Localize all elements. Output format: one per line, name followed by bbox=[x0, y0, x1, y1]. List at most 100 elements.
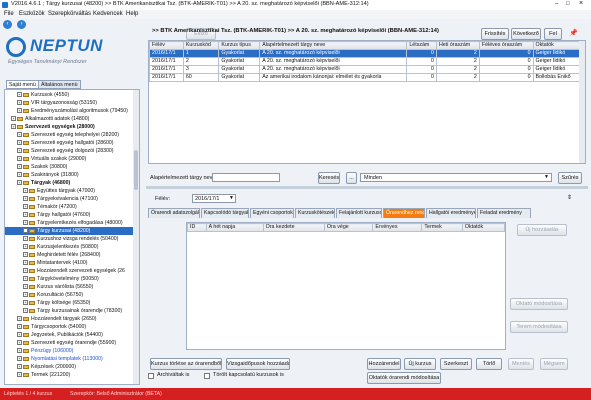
column-header[interactable]: Oktatók bbox=[461, 223, 505, 232]
sidebar-item[interactable]: + Tárgy kurzusai (48200) bbox=[5, 227, 133, 235]
sidebar-item[interactable]: + Hozzárendelt tárgyak (2650) bbox=[5, 315, 133, 323]
splitter[interactable] bbox=[146, 186, 588, 189]
up-button[interactable]: Fel bbox=[544, 28, 562, 40]
column-header[interactable]: Létszám bbox=[406, 41, 437, 50]
sidebar-item[interactable]: + Szervezeti egység hallgatói (28600) bbox=[5, 139, 133, 147]
sidebar-item[interactable]: + Szervezeti egység órarendje (55900) bbox=[5, 339, 133, 347]
expand-icon[interactable]: + bbox=[11, 116, 16, 122]
table-row[interactable]: 2016/17/1 1 Gyakorlat A 20. sz. meghatározó… bbox=[149, 49, 582, 58]
deleted-links-checkbox[interactable] bbox=[204, 373, 210, 379]
edit-room-button[interactable]: Terem módosítása bbox=[510, 321, 568, 333]
tab[interactable]: Órarendi adatszolgáltatás bbox=[148, 208, 200, 218]
close-button[interactable]: × bbox=[579, 0, 583, 7]
table-row[interactable]: 2016/17/1 3 Gyakorlat A 20. sz. meghatározó… bbox=[149, 65, 582, 74]
edit-teacher-button[interactable]: Oktató módosítása bbox=[510, 298, 568, 310]
filter-button[interactable]: Szűrés bbox=[558, 172, 582, 184]
filter-input[interactable] bbox=[212, 173, 280, 182]
refresh-button[interactable]: Frissítés bbox=[481, 28, 509, 40]
delete-button[interactable]: Törlő bbox=[476, 358, 502, 370]
expand-icon[interactable]: + bbox=[23, 228, 28, 234]
expand-icon[interactable]: + bbox=[23, 292, 28, 298]
forward-icon[interactable]: › bbox=[17, 20, 26, 29]
next-button[interactable]: Következő bbox=[511, 28, 541, 40]
expand-icon[interactable]: + bbox=[23, 268, 28, 274]
tab[interactable]: Kapcsolódó tárgyak bbox=[201, 208, 249, 218]
sidebar-item[interactable]: + Hozzárendelt szervezeti egységek (26 bbox=[5, 267, 133, 275]
expand-icon[interactable]: + bbox=[17, 356, 22, 362]
remove-from-timetable-button[interactable]: Kurzus törlése az órarendből bbox=[150, 358, 222, 370]
column-header[interactable]: Alapértelmezett tárgy neve bbox=[259, 41, 408, 50]
table-row[interactable]: 2016/17/1 60 Gyakorlat Az amerikai irodalom… bbox=[149, 73, 582, 82]
sidebar-item[interactable]: + Tárgykövetelmény (50050) bbox=[5, 275, 133, 283]
column-header[interactable]: Kurzus típus bbox=[218, 41, 261, 50]
column-header[interactable]: Óra vége bbox=[323, 223, 374, 232]
sidebar-scrollbar[interactable] bbox=[133, 90, 139, 384]
expand-icon[interactable]: + bbox=[17, 148, 22, 154]
tab[interactable]: Feladat eredmény bbox=[477, 208, 531, 218]
menu-help[interactable]: Help bbox=[126, 11, 138, 17]
expand-icon[interactable]: + bbox=[23, 220, 28, 226]
column-header[interactable]: ID bbox=[187, 223, 207, 232]
more-button[interactable]: ... bbox=[346, 172, 357, 184]
column-header[interactable]: Félév bbox=[149, 41, 184, 50]
sidebar-item[interactable]: + Meghirdetett félév (268400) bbox=[5, 251, 133, 259]
sidebar-item[interactable]: + Alkalmazotti adatok (14800) bbox=[5, 115, 133, 123]
column-header[interactable]: A hét napja bbox=[205, 223, 264, 232]
edit-button[interactable]: Szerkeszt bbox=[440, 358, 472, 370]
sidebar-item[interactable]: + Konzultáció (56750) bbox=[5, 291, 133, 299]
add-exam-times-button[interactable]: Vizsgaidőpusok hozzáadása bbox=[226, 358, 290, 370]
column-header[interactable]: Féléves óraszám bbox=[478, 41, 534, 50]
sidebar-item[interactable]: + Szervezeti egységek (28000) bbox=[5, 123, 133, 131]
expand-icon[interactable]: + bbox=[17, 364, 22, 370]
filter-dropdown[interactable]: Minden ▼ bbox=[360, 173, 552, 182]
sidebar-item[interactable]: + Nyomtatási templatek (113000) bbox=[5, 355, 133, 363]
expand-icon[interactable]: + bbox=[17, 156, 22, 162]
expand-icon[interactable]: + bbox=[23, 212, 28, 218]
sidebar-item[interactable]: + Kurzus várólista (56550) bbox=[5, 283, 133, 291]
expand-icon[interactable]: + bbox=[17, 164, 22, 170]
expand-icon[interactable]: + bbox=[17, 140, 22, 146]
sidebar-item[interactable]: + Pénzügy (106000) bbox=[5, 347, 133, 355]
semester-select[interactable]: 2016/17/1 ▼ bbox=[192, 194, 236, 203]
expand-icon[interactable]: + bbox=[23, 308, 28, 314]
teacher-timetable-button[interactable]: Oktatók órarendi módosítása bbox=[367, 372, 441, 384]
column-header[interactable]: Oktatók bbox=[532, 41, 582, 50]
column-header[interactable]: Kurzuskód bbox=[182, 41, 220, 50]
sidebar-item[interactable]: + Tárgy kurzusainak órarendje (78300) bbox=[5, 307, 133, 315]
tab[interactable]: Felajánlott kurzusok bbox=[336, 208, 382, 218]
assign-button[interactable]: Hozzárendel bbox=[367, 358, 401, 370]
expand-icon[interactable]: + bbox=[17, 100, 22, 106]
expand-icon[interactable]: + bbox=[23, 252, 28, 258]
expand-icon[interactable]: + bbox=[23, 284, 28, 290]
expand-icon[interactable]: + bbox=[17, 316, 22, 322]
sidebar-item[interactable]: + Szakirányok (31800) bbox=[5, 171, 133, 179]
expand-icon[interactable]: + bbox=[23, 276, 28, 282]
expand-icon[interactable]: + bbox=[17, 340, 22, 346]
menu-tools[interactable]: Eszközök bbox=[19, 11, 45, 17]
expand-icon[interactable]: + bbox=[17, 372, 22, 378]
sidebar-tab-general[interactable]: Általános menü bbox=[38, 80, 81, 89]
sidebar-item[interactable]: + Képzések (200000) bbox=[5, 363, 133, 371]
sidebar-item[interactable]: + Témakör (47200) bbox=[5, 203, 133, 211]
expand-icon[interactable]: + bbox=[23, 244, 28, 250]
pin-icon[interactable]: 📌 bbox=[569, 29, 578, 37]
sidebar-item[interactable]: + Tárgy költsége (65350) bbox=[5, 299, 133, 307]
column-header[interactable]: Óra kezdete bbox=[262, 223, 325, 232]
expand-icon[interactable]: + bbox=[17, 332, 22, 338]
sidebar-item[interactable]: + Tárgyekvivalencia (47100) bbox=[5, 195, 133, 203]
sidebar-item[interactable]: + Szervezeti egység telephelyei (28200) bbox=[5, 131, 133, 139]
archived-checkbox[interactable] bbox=[148, 373, 154, 379]
column-header[interactable]: Heti óraszám bbox=[435, 41, 480, 50]
sidebar-item[interactable]: + Virtuális szakok (29000) bbox=[5, 155, 133, 163]
sidebar-item[interactable]: + Tárgyak (46800) bbox=[5, 179, 133, 187]
sidebar-item[interactable]: + Kurzusjelentkezés (50800) bbox=[5, 243, 133, 251]
sidebar-scroll-thumb[interactable] bbox=[134, 150, 138, 190]
sidebar-item[interactable]: + Mintatantervek (4100) bbox=[5, 259, 133, 267]
collapse-icon[interactable]: ⇕ bbox=[567, 194, 572, 201]
add-new-button[interactable]: Új hozzáadás bbox=[517, 224, 567, 236]
cancel-button[interactable]: Mégsem bbox=[540, 358, 568, 370]
sidebar-item[interactable]: + Kurzushoz vizsga rendelés (50400) bbox=[5, 235, 133, 243]
column-header[interactable]: Érvényes bbox=[372, 223, 423, 232]
tab[interactable]: Órarendhez rendelés bbox=[383, 208, 425, 218]
sidebar-item[interactable]: + Tárgy hallgatói (47600) bbox=[5, 211, 133, 219]
